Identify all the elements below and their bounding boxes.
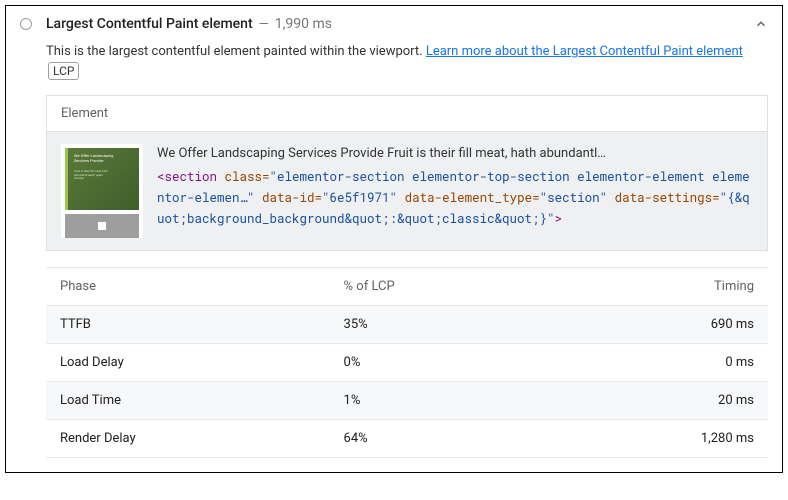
pct-cell: 35% (330, 306, 547, 344)
col-timing: Timing (546, 268, 768, 306)
audit-title: Largest Contentful Paint element (46, 16, 253, 32)
col-phase: Phase (46, 268, 330, 306)
lcp-audit-panel: Largest Contentful Paint element — 1,990… (5, 5, 783, 473)
phase-table-header-row: Phase % of LCP Timing (46, 268, 768, 306)
audit-body: This is the largest contentful element p… (6, 42, 782, 472)
lcp-badge: LCP (48, 62, 79, 80)
code-id-val: "6e5f1971" (322, 190, 397, 206)
element-box-header: Element (47, 96, 767, 132)
phase-cell: Load Delay (46, 344, 330, 382)
chevron-up-icon[interactable] (754, 17, 768, 31)
timing-cell: 1,280 ms (546, 420, 768, 458)
phase-cell: TTFB (46, 306, 330, 344)
phase-cell: Render Delay (46, 420, 330, 458)
code-close: > (555, 211, 563, 227)
element-content: We Offer LandscapingServices Provide Fru… (47, 132, 767, 250)
pct-cell: 0% (330, 344, 547, 382)
table-row: Load Time 1% 20 ms (46, 382, 768, 420)
audit-timing: 1,990 ms (275, 16, 332, 32)
description-text: This is the largest contentful element p… (46, 44, 426, 59)
pct-cell: 64% (330, 420, 547, 458)
table-row: Render Delay 64% 1,280 ms (46, 420, 768, 458)
element-title: We Offer Landscaping Services Provide Fr… (157, 144, 753, 165)
timing-cell: 20 ms (546, 382, 768, 420)
status-circle-icon (20, 18, 32, 30)
col-pct: % of LCP (330, 268, 547, 306)
audit-header[interactable]: Largest Contentful Paint element — 1,990… (6, 6, 782, 42)
phase-cell: Load Time (46, 382, 330, 420)
timing-cell: 690 ms (546, 306, 768, 344)
audit-description: This is the largest contentful element p… (46, 42, 768, 81)
element-text: We Offer Landscaping Services Provide Fr… (157, 144, 753, 238)
element-thumbnail: We Offer LandscapingServices Provide Fru… (61, 144, 143, 238)
table-row: TTFB 35% 690 ms (46, 306, 768, 344)
table-row: Load Delay 0% 0 ms (46, 344, 768, 382)
code-id-attr: data-id= (255, 190, 323, 206)
learn-more-link[interactable]: Learn more about the Largest Contentful … (426, 44, 743, 59)
timing-cell: 0 ms (546, 344, 768, 382)
code-open: <section (157, 169, 225, 185)
phase-table: Phase % of LCP Timing TTFB 35% 690 ms Lo… (46, 267, 768, 458)
code-settings-attr: data-settings= (607, 190, 720, 206)
code-type-val: "section" (540, 190, 608, 206)
pct-cell: 1% (330, 382, 547, 420)
code-type-attr: data-element_type= (397, 190, 540, 206)
element-box: Element We Offer LandscapingServices Pro… (46, 95, 768, 251)
code-class-attr: class= (225, 169, 270, 185)
title-separator: — (259, 17, 269, 32)
element-snippet[interactable]: <section class="elementor-section elemen… (157, 167, 753, 231)
